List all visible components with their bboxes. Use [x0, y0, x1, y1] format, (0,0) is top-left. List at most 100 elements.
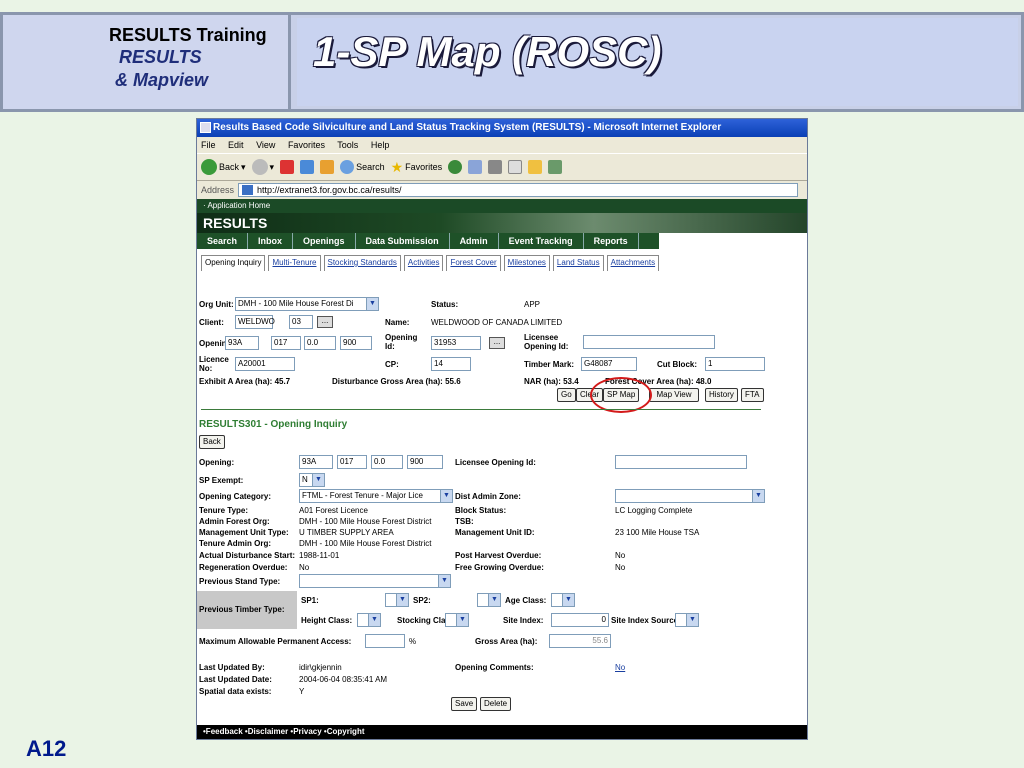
sp2-select[interactable]: ▼ [477, 593, 501, 607]
detail-licensee-opening-input[interactable] [615, 455, 747, 469]
tab-multi-tenure[interactable]: Multi-Tenure [268, 255, 321, 271]
name-label: Name: [385, 318, 410, 327]
back-button[interactable]: Back ▾ [201, 159, 246, 175]
cp-input[interactable]: 14 [431, 357, 471, 371]
menu-file[interactable]: File [201, 140, 216, 150]
delete-button[interactable]: Delete [480, 697, 512, 711]
refresh-icon[interactable] [300, 160, 315, 174]
prev-timber-label: Previous Timber Type: [197, 591, 297, 629]
opening-category-select[interactable]: FTML - Forest Tenure - Major Lice ▼ [299, 489, 453, 503]
opening-mapsheet-input[interactable]: 93A [225, 336, 259, 350]
go-button[interactable]: Go [557, 388, 576, 402]
opening-sub-input[interactable]: 0.0 [304, 336, 336, 350]
sp-exempt-select[interactable]: N ▼ [299, 473, 325, 487]
licence-input[interactable]: A20001 [235, 357, 295, 371]
nav-openings[interactable]: Openings [293, 233, 356, 249]
search-button[interactable]: Search [340, 160, 385, 174]
chevron-down-icon: ▼ [368, 614, 380, 626]
block-status-label: Block Status: [455, 506, 507, 515]
page-footer[interactable]: •Feedback •Disclaimer •Privacy •Copyrigh… [197, 725, 807, 739]
age-class-select[interactable]: ▼ [551, 593, 575, 607]
site-index-input[interactable]: 0 [551, 613, 609, 627]
detail-opening-mapsheet[interactable]: 93A [299, 455, 333, 469]
regen-overdue-label: Regeneration Overdue: [199, 563, 288, 572]
folder-icon[interactable] [528, 160, 543, 174]
nav-data-submission[interactable]: Data Submission [356, 233, 450, 249]
tab-milestones[interactable]: Milestones [503, 255, 550, 271]
org-unit-select[interactable]: DMH - 100 Mile House Forest Di ▼ [235, 297, 379, 311]
prev-stand-select[interactable]: ▼ [299, 574, 451, 588]
free-growing-label: Free Growing Overdue: [455, 563, 544, 572]
mail-icon[interactable] [468, 160, 483, 174]
opening-block-input[interactable]: 900 [340, 336, 372, 350]
favorites-button[interactable]: ★ Favorites [391, 159, 443, 176]
detail-opening-number[interactable]: 017 [337, 455, 367, 469]
print-icon[interactable] [488, 160, 503, 174]
nav-search[interactable]: Search [197, 233, 249, 249]
opening-lookup-button[interactable]: ... [489, 337, 505, 349]
history-icon[interactable] [448, 160, 463, 174]
tab-forest-cover[interactable]: Forest Cover [446, 255, 501, 271]
dist-admin-zone-select[interactable]: ▼ [615, 489, 765, 503]
stop-icon[interactable] [280, 160, 295, 174]
site-index-source-select[interactable]: ▼ [675, 613, 699, 627]
timber-mark-input[interactable]: G48087 [581, 357, 637, 371]
back-page-button[interactable]: Back [199, 435, 225, 449]
spatial-value: Y [299, 687, 305, 696]
sp1-select[interactable]: ▼ [385, 593, 409, 607]
tab-attachments[interactable]: Attachments [606, 255, 660, 271]
menu-help[interactable]: Help [371, 140, 390, 150]
max-access-label: Maximum Allowable Permanent Access: [199, 637, 352, 646]
stocking-class-select[interactable]: ▼ [445, 613, 469, 627]
max-access-input[interactable] [365, 634, 405, 648]
client-location-input[interactable]: 03 [289, 315, 313, 329]
edit-icon[interactable] [508, 160, 523, 174]
menu-favorites[interactable]: Favorites [288, 140, 325, 150]
last-updated-date-label: Last Updated Date: [199, 675, 272, 684]
licensee-opening-input[interactable] [583, 335, 715, 349]
messenger-icon[interactable] [548, 160, 563, 174]
client-lookup-button[interactable]: ... [317, 316, 333, 328]
slide-header: RESULTS Training RESULTS & Mapview 1-SP … [0, 12, 1024, 112]
timber-mark-label: Timber Mark: [524, 360, 575, 369]
home-icon[interactable] [320, 160, 335, 174]
licensee-opening-label: Licensee Opening Id: [524, 333, 569, 351]
height-class-select[interactable]: ▼ [357, 613, 381, 627]
admin-forest-org-label: Admin Forest Org: [199, 517, 270, 526]
tab-land-status[interactable]: Land Status [552, 255, 604, 271]
menu-view[interactable]: View [256, 140, 275, 150]
address-input[interactable]: http://extranet3.for.gov.bc.ca/results/ [238, 183, 799, 197]
menu-tools[interactable]: Tools [337, 140, 358, 150]
save-button[interactable]: Save [451, 697, 478, 711]
client-input[interactable]: WELDWO [235, 315, 275, 329]
gross-area-label: Gross Area (ha): [475, 637, 538, 646]
cut-block-input[interactable]: 1 [705, 357, 765, 371]
opening-number-input[interactable]: 017 [271, 336, 301, 350]
search-icon [340, 160, 355, 174]
back-label: Back [219, 162, 240, 172]
status-value: APP [524, 300, 541, 309]
application-home-link[interactable]: · Application Home [197, 199, 807, 213]
nar-area: NAR (ha): 53.4 [524, 377, 579, 386]
detail-opening-sub[interactable]: 0.0 [371, 455, 403, 469]
nav-inbox[interactable]: Inbox [248, 233, 294, 249]
map-view-button[interactable]: Map View [649, 388, 699, 402]
detail-opening-block[interactable]: 900 [407, 455, 443, 469]
nav-event-tracking[interactable]: Event Tracking [499, 233, 584, 249]
tab-stocking-standards[interactable]: Stocking Standards [323, 255, 401, 271]
cp-label: CP: [385, 360, 399, 369]
history-button[interactable]: History [705, 388, 738, 402]
fta-button[interactable]: FTA [741, 388, 764, 402]
opening-id-input[interactable]: 31953 [431, 336, 481, 350]
browser-toolbar: Back ▾ ▾ Search ★ Favorites [197, 153, 807, 181]
forward-button[interactable]: ▾ [251, 159, 274, 175]
mgmt-unit-type-label: Management Unit Type: [199, 528, 289, 537]
opening-comments-link[interactable]: No [615, 663, 625, 672]
post-harvest-value: No [615, 551, 626, 560]
menu-edit[interactable]: Edit [228, 140, 244, 150]
nav-admin[interactable]: Admin [450, 233, 499, 249]
tab-opening-inquiry[interactable]: Opening Inquiry [201, 255, 266, 271]
tab-activities[interactable]: Activities [403, 255, 444, 271]
nav-reports[interactable]: Reports [584, 233, 639, 249]
height-class-label: Height Class: [301, 616, 353, 625]
